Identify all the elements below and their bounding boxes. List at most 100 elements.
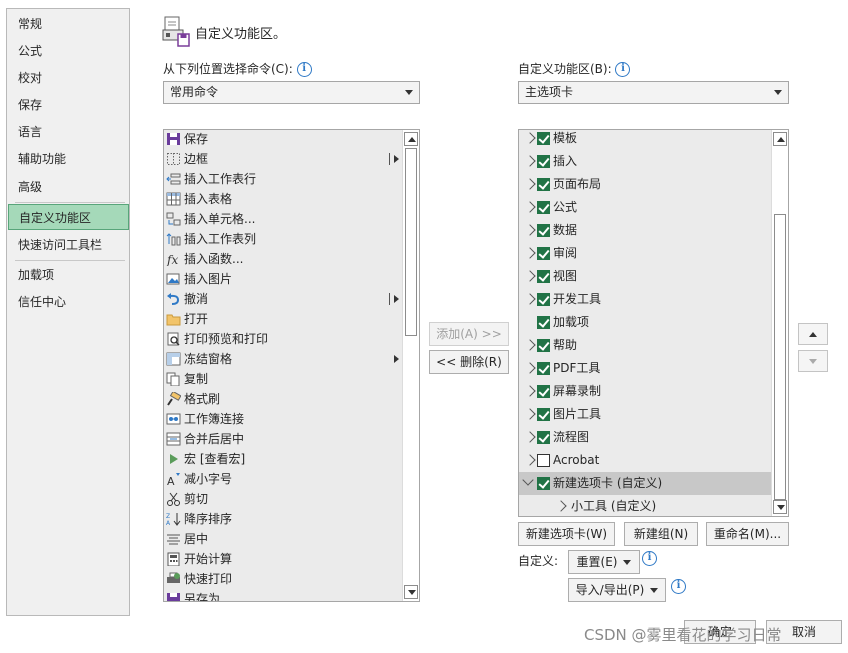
tab-checkbox[interactable]: [537, 477, 550, 490]
command-item[interactable]: 插入表格: [166, 189, 402, 209]
nav-item-formulas[interactable]: 公式: [7, 38, 129, 64]
chevron-right-icon[interactable]: [524, 270, 536, 282]
new-tab-button[interactable]: 新建选项卡(W): [518, 522, 615, 546]
new-group-button[interactable]: 新建组(N): [624, 522, 698, 546]
nav-item-add-ins[interactable]: 加载项: [7, 262, 129, 288]
command-item[interactable]: 工作簿连接: [166, 409, 402, 429]
command-item[interactable]: 格式刷: [166, 389, 402, 409]
tab-checkbox[interactable]: [537, 339, 550, 352]
command-item[interactable]: 复制: [166, 369, 402, 389]
nav-item-general[interactable]: 常规: [7, 11, 129, 37]
tab-checkbox[interactable]: [537, 316, 550, 329]
tab-checkbox[interactable]: [537, 408, 550, 421]
info-icon[interactable]: i: [642, 551, 657, 566]
chevron-right-icon[interactable]: [524, 431, 536, 443]
tab-checkbox[interactable]: [537, 270, 550, 283]
ribbon-tab-item[interactable]: 插入: [519, 150, 771, 173]
chevron-right-icon[interactable]: [524, 385, 536, 397]
ribbon-tab-item[interactable]: Acrobat: [519, 449, 771, 472]
chevron-right-icon[interactable]: [524, 362, 536, 374]
add-button[interactable]: 添加(A) >>: [429, 322, 509, 346]
command-item[interactable]: 合并后居中: [166, 429, 402, 449]
command-item[interactable]: 宏 [查看宏]: [166, 449, 402, 469]
scroll-up-button[interactable]: [404, 132, 418, 146]
command-item[interactable]: 打印预览和打印: [166, 329, 402, 349]
command-item[interactable]: 插入工作表列: [166, 229, 402, 249]
ribbon-tab-item[interactable]: 数据: [519, 219, 771, 242]
chevron-right-icon[interactable]: [524, 293, 536, 305]
chevron-right-icon[interactable]: [524, 132, 536, 144]
nav-item-advanced[interactable]: 高级: [7, 174, 129, 200]
tree-subgroup-row[interactable]: 小工具 (自定义): [519, 495, 771, 516]
command-item[interactable]: 快速打印: [166, 569, 402, 589]
tab-checkbox[interactable]: [537, 385, 550, 398]
commands-scrollbar[interactable]: [402, 130, 419, 601]
command-item[interactable]: 插入单元格...: [166, 209, 402, 229]
command-item[interactable]: 打开: [166, 309, 402, 329]
customize-ribbon-dropdown[interactable]: 主选项卡: [518, 81, 789, 104]
ribbon-tab-item[interactable]: 图片工具: [519, 403, 771, 426]
command-item[interactable]: 插入工作表行: [166, 169, 402, 189]
chevron-right-icon[interactable]: [555, 500, 567, 512]
move-up-button[interactable]: [798, 323, 828, 345]
ribbon-tab-item[interactable]: 页面布局: [519, 173, 771, 196]
commands-list[interactable]: 保存 边框 插入工作表行 插入表格 插入单元格... 插入工作表列 fx 插入函数... 插入图…: [163, 129, 420, 602]
command-item[interactable]: 插入图片: [166, 269, 402, 289]
ribbon-tab-item[interactable]: 帮助: [519, 334, 771, 357]
command-item[interactable]: 居中: [166, 529, 402, 549]
scroll-thumb[interactable]: [774, 214, 786, 500]
command-item[interactable]: fx 插入函数...: [166, 249, 402, 269]
ribbon-tab-item[interactable]: 新建选项卡 (自定义): [519, 472, 771, 495]
tab-checkbox[interactable]: [537, 293, 550, 306]
command-item[interactable]: 冻结窗格: [166, 349, 402, 369]
nav-item-language[interactable]: 语言: [7, 119, 129, 145]
chevron-right-icon[interactable]: [524, 224, 536, 236]
tab-checkbox[interactable]: [537, 224, 550, 237]
chevron-down-icon[interactable]: [522, 474, 534, 486]
command-item[interactable]: 另存为: [166, 589, 402, 601]
ribbon-tab-item[interactable]: 公式: [519, 196, 771, 219]
tab-checkbox[interactable]: [537, 178, 550, 191]
command-item[interactable]: 撤消: [166, 289, 402, 309]
chevron-right-icon[interactable]: [524, 247, 536, 259]
remove-button[interactable]: << 删除(R): [429, 350, 509, 374]
ribbon-tab-item[interactable]: 流程图: [519, 426, 771, 449]
nav-item-accessibility[interactable]: 辅助功能: [7, 146, 129, 172]
command-item[interactable]: 边框: [166, 149, 402, 169]
nav-item-customize-ribbon[interactable]: 自定义功能区: [8, 204, 129, 230]
tab-checkbox[interactable]: [537, 362, 550, 375]
chevron-right-icon[interactable]: [524, 408, 536, 420]
ribbon-tab-item[interactable]: 模板: [519, 130, 771, 150]
tab-checkbox[interactable]: [537, 431, 550, 444]
info-icon[interactable]: i: [296, 62, 312, 77]
choose-commands-dropdown[interactable]: 常用命令: [163, 81, 420, 104]
nav-item-save[interactable]: 保存: [7, 92, 129, 118]
ribbon-tab-item[interactable]: 审阅: [519, 242, 771, 265]
tab-checkbox[interactable]: [537, 247, 550, 260]
ribbon-tab-item[interactable]: 屏幕录制: [519, 380, 771, 403]
ribbon-tab-item[interactable]: 视图: [519, 265, 771, 288]
nav-item-trust-center[interactable]: 信任中心: [7, 289, 129, 315]
rename-button[interactable]: 重命名(M)...: [706, 522, 789, 546]
move-down-button[interactable]: [798, 350, 828, 372]
chevron-right-icon[interactable]: [524, 201, 536, 213]
command-item[interactable]: A 减小字号: [166, 469, 402, 489]
scroll-thumb[interactable]: [405, 148, 417, 336]
tabs-scrollbar[interactable]: [771, 130, 788, 516]
command-item[interactable]: 开始计算: [166, 549, 402, 569]
scroll-down-button[interactable]: [404, 585, 418, 599]
chevron-right-icon[interactable]: [524, 155, 536, 167]
tab-checkbox[interactable]: [537, 201, 550, 214]
scroll-down-button[interactable]: [773, 500, 787, 514]
scroll-up-button[interactable]: [773, 132, 787, 146]
tab-checkbox[interactable]: [537, 132, 550, 145]
command-item[interactable]: 剪切: [166, 489, 402, 509]
reset-dropdown-button[interactable]: 重置(E): [568, 550, 640, 574]
command-item[interactable]: 保存: [166, 130, 402, 149]
ribbon-tab-item[interactable]: 加载项: [519, 311, 771, 334]
ribbon-tab-item[interactable]: PDF工具: [519, 357, 771, 380]
import-export-dropdown-button[interactable]: 导入/导出(P): [568, 578, 666, 602]
ribbon-tabs-tree[interactable]: 模板 插入 页面布局 公式 数据 审阅 视图 开发工具 加载项 帮助 PDF工具 屏幕录制 图片工具 流程…: [518, 129, 789, 517]
command-item[interactable]: Z A 降序排序: [166, 509, 402, 529]
tab-checkbox[interactable]: [537, 454, 550, 467]
